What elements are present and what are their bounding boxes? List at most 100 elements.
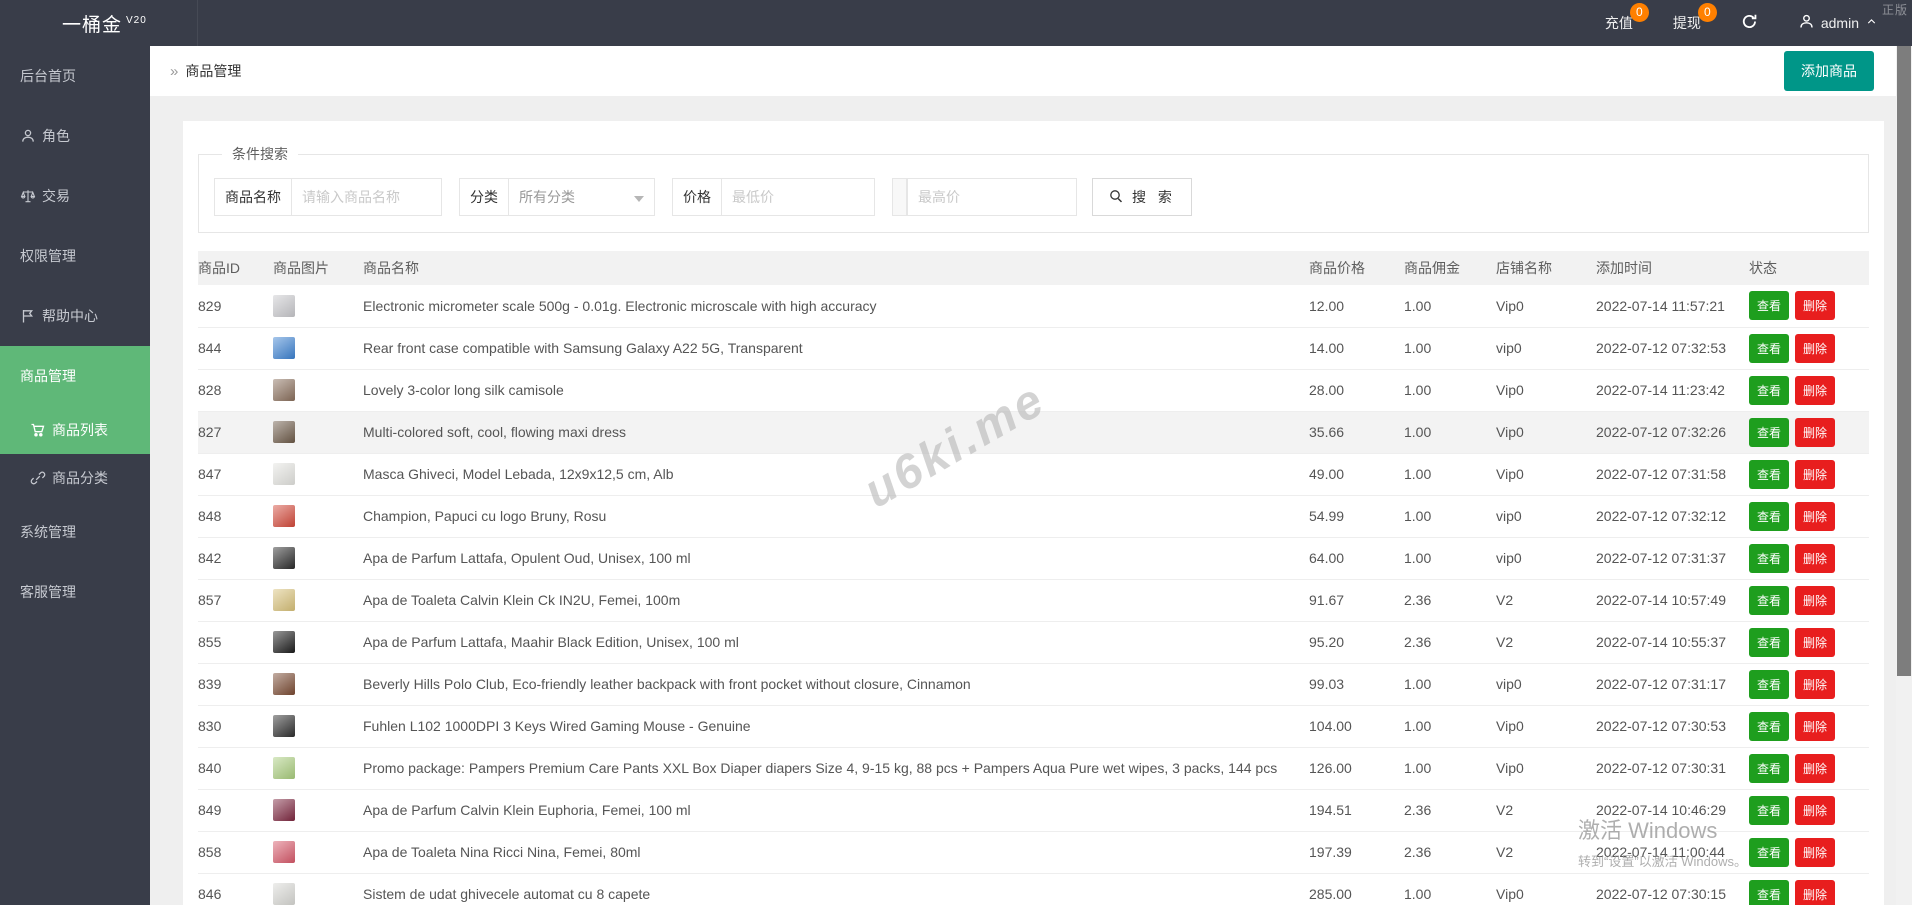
product-name: Beverly Hills Polo Club, Eco-friendly le… (363, 663, 1309, 705)
sidebar-item-label: 系统管理 (20, 522, 76, 542)
shop-name: V2 (1496, 789, 1596, 831)
user-menu[interactable]: admin (1778, 0, 1898, 46)
view-button[interactable]: 查看 (1749, 544, 1789, 573)
delete-button[interactable]: 删除 (1795, 460, 1835, 489)
product-price: 54.99 (1309, 495, 1404, 537)
delete-button[interactable]: 删除 (1795, 628, 1835, 657)
column-header-image: 商品图片 (273, 251, 363, 285)
sidebar-item-label: 角色 (42, 126, 70, 146)
delete-button[interactable]: 删除 (1795, 796, 1835, 825)
product-commission: 1.00 (1404, 285, 1496, 327)
view-button[interactable]: 查看 (1749, 796, 1789, 825)
sidebar-item[interactable]: 角色 (0, 106, 150, 166)
product-name: Fuhlen L102 1000DPI 3 Keys Wired Gaming … (363, 705, 1309, 747)
view-button[interactable]: 查看 (1749, 670, 1789, 699)
sidebar-item[interactable]: 客服管理 (0, 562, 150, 622)
delete-button[interactable]: 删除 (1795, 586, 1835, 615)
sidebar-item-icon (30, 422, 46, 438)
shop-name: V2 (1496, 831, 1596, 873)
product-price: 285.00 (1309, 873, 1404, 905)
product-price: 91.67 (1309, 579, 1404, 621)
product-id: 830 (198, 705, 273, 747)
add-product-button[interactable]: 添加商品 (1784, 51, 1874, 91)
product-id: 839 (198, 663, 273, 705)
delete-button[interactable]: 删除 (1795, 502, 1835, 531)
scrollbar[interactable] (1896, 46, 1912, 905)
sidebar-item[interactable]: 商品列表 (0, 406, 150, 454)
column-header-id: 商品ID (198, 251, 273, 285)
sidebar-item[interactable]: 交易 (0, 166, 150, 226)
max-price-addon (892, 178, 907, 216)
category-label: 分类 (459, 178, 509, 216)
sidebar-item[interactable]: 后台首页 (0, 46, 150, 106)
product-id: 848 (198, 495, 273, 537)
column-header-time: 添加时间 (1596, 251, 1749, 285)
delete-button[interactable]: 删除 (1795, 376, 1835, 405)
category-select-value: 所有分类 (519, 187, 634, 207)
product-thumbnail (273, 799, 295, 821)
search-panel: 条件搜索 商品名称 分类 所有分类 (198, 144, 1869, 233)
view-button[interactable]: 查看 (1749, 754, 1789, 783)
withdraw-button[interactable]: 提现 0 (1653, 0, 1721, 46)
product-price: 35.66 (1309, 411, 1404, 453)
created-time: 2022-07-12 07:31:37 (1596, 537, 1749, 579)
product-name: Multi-colored soft, cool, flowing maxi d… (363, 411, 1309, 453)
delete-button[interactable]: 删除 (1795, 754, 1835, 783)
view-button[interactable]: 查看 (1749, 586, 1789, 615)
product-commission: 1.00 (1404, 537, 1496, 579)
created-time: 2022-07-12 07:31:58 (1596, 453, 1749, 495)
delete-button[interactable]: 删除 (1795, 291, 1835, 320)
table-row: 849 Apa de Parfum Calvin Klein Euphoria,… (198, 789, 1869, 831)
view-button[interactable]: 查看 (1749, 334, 1789, 363)
delete-button[interactable]: 删除 (1795, 838, 1835, 867)
view-button[interactable]: 查看 (1749, 628, 1789, 657)
view-button[interactable]: 查看 (1749, 880, 1789, 905)
shop-name: vip0 (1496, 495, 1596, 537)
sidebar-item-label: 后台首页 (20, 66, 76, 86)
shop-name: Vip0 (1496, 285, 1596, 327)
app-logo: 一桶金V20 (62, 10, 147, 37)
product-price: 28.00 (1309, 369, 1404, 411)
search-button[interactable]: 搜 索 (1092, 178, 1192, 216)
sidebar-item[interactable]: 权限管理 (0, 226, 150, 286)
refresh-button[interactable] (1721, 0, 1778, 46)
search-icon (1108, 188, 1124, 207)
withdraw-badge: 0 (1698, 3, 1717, 22)
view-button[interactable]: 查看 (1749, 460, 1789, 489)
created-time: 2022-07-14 10:46:29 (1596, 789, 1749, 831)
product-name-input[interactable] (292, 178, 442, 216)
delete-button[interactable]: 删除 (1795, 670, 1835, 699)
max-price-input[interactable] (907, 178, 1077, 216)
table-row: 839 Beverly Hills Polo Club, Eco-friendl… (198, 663, 1869, 705)
view-button[interactable]: 查看 (1749, 712, 1789, 741)
scrollbar-thumb[interactable] (1897, 46, 1911, 676)
sidebar-item[interactable]: 商品分类 (0, 454, 150, 502)
delete-button[interactable]: 删除 (1795, 712, 1835, 741)
product-id: 842 (198, 537, 273, 579)
view-button[interactable]: 查看 (1749, 376, 1789, 405)
min-price-input[interactable] (722, 178, 875, 216)
view-button[interactable]: 查看 (1749, 838, 1789, 867)
delete-button[interactable]: 删除 (1795, 418, 1835, 447)
product-id: 846 (198, 873, 273, 905)
delete-button[interactable]: 删除 (1795, 334, 1835, 363)
sidebar-item[interactable]: 商品管理 (0, 346, 150, 406)
delete-button[interactable]: 删除 (1795, 880, 1835, 905)
shop-name: Vip0 (1496, 411, 1596, 453)
shop-name: Vip0 (1496, 705, 1596, 747)
view-button[interactable]: 查看 (1749, 418, 1789, 447)
sidebar-item[interactable]: 系统管理 (0, 502, 150, 562)
view-button[interactable]: 查看 (1749, 502, 1789, 531)
category-select[interactable]: 所有分类 (509, 178, 655, 216)
product-id: 840 (198, 747, 273, 789)
recharge-button[interactable]: 充值 0 (1585, 0, 1653, 46)
category-filter: 分类 所有分类 (459, 178, 655, 216)
sidebar-item[interactable]: 帮助中心 (0, 286, 150, 346)
view-button[interactable]: 查看 (1749, 291, 1789, 320)
product-price: 14.00 (1309, 327, 1404, 369)
product-thumbnail (273, 631, 295, 653)
shop-name: V2 (1496, 621, 1596, 663)
created-time: 2022-07-14 11:00:44 (1596, 831, 1749, 873)
product-commission: 1.00 (1404, 495, 1496, 537)
delete-button[interactable]: 删除 (1795, 544, 1835, 573)
